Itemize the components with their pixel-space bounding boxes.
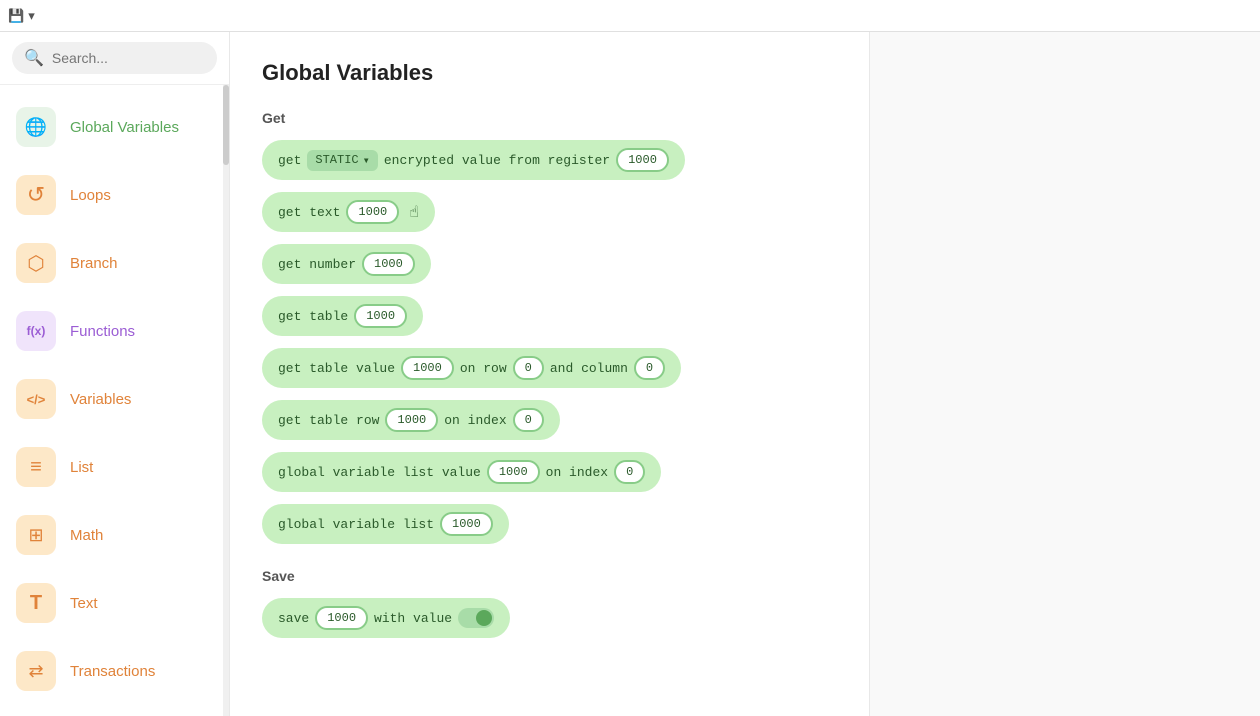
search-bar: 🔍: [0, 32, 229, 85]
search-input-wrap[interactable]: 🔍: [12, 42, 217, 74]
sidebar-item-functions[interactable]: f(x) Functions: [0, 297, 229, 365]
block-get-number: get number 1000: [262, 244, 837, 284]
global-var-list-value-val[interactable]: 1000: [487, 460, 540, 484]
search-input[interactable]: [52, 50, 205, 66]
get-section-label: Get: [262, 110, 837, 126]
global-var-list-value-idx[interactable]: 0: [614, 460, 645, 484]
save-suffix: with value: [374, 611, 452, 626]
save-section: Save save 1000 with value: [262, 568, 837, 638]
sidebar: 🔍 🌐 Global Variables ↺ Loops ⬡ Branch: [0, 32, 230, 716]
scrollbar-thumb[interactable]: [223, 85, 229, 165]
get-table-row-prefix: get table row: [278, 413, 379, 428]
static-dropdown-arrow: ▾: [363, 153, 370, 168]
sidebar-item-math[interactable]: ⊞ Math: [0, 501, 229, 569]
get-static-value[interactable]: 1000: [616, 148, 669, 172]
global-var-list-value[interactable]: 1000: [440, 512, 493, 536]
branch-icon: ⬡: [16, 243, 56, 283]
functions-icon: f(x): [16, 311, 56, 351]
block-save-inner[interactable]: save 1000 with value: [262, 598, 510, 638]
block-get-table-row-inner[interactable]: get table row 1000 on index 0: [262, 400, 560, 440]
block-save: save 1000 with value: [262, 598, 837, 638]
sidebar-item-transactions[interactable]: ⇄ Transactions: [0, 637, 229, 705]
sidebar-item-text[interactable]: T Text: [0, 569, 229, 637]
sidebar-label-global-variables: Global Variables: [70, 119, 179, 136]
block-global-var-list-inner[interactable]: global variable list 1000: [262, 504, 509, 544]
get-table-value-row[interactable]: 0: [513, 356, 544, 380]
global-var-list-value-middle: on index: [546, 465, 608, 480]
math-icon: ⊞: [16, 515, 56, 555]
get-table-value-value[interactable]: 1000: [401, 356, 454, 380]
get-table-value-prefix: get table value: [278, 361, 395, 376]
block-get-table-value-inner[interactable]: get table value 1000 on row 0 and column…: [262, 348, 681, 388]
page-title: Global Variables: [262, 60, 837, 86]
sidebar-item-variables[interactable]: </> Variables: [0, 365, 229, 433]
sidebar-label-branch: Branch: [70, 255, 118, 272]
list-icon: ≡: [16, 447, 56, 487]
sidebar-label-loops: Loops: [70, 187, 111, 204]
block-get-text-inner[interactable]: get text 1000 ☝: [262, 192, 435, 232]
save-toggle[interactable]: [458, 608, 494, 628]
get-table-value-middle2: and column: [550, 361, 628, 376]
sidebar-item-branch[interactable]: ⬡ Branch: [0, 229, 229, 297]
save-section-label: Save: [262, 568, 837, 584]
block-global-var-list-value: global variable list value 1000 on index…: [262, 452, 837, 492]
block-get-static-inner[interactable]: get STATIC ▾ encrypted value from regist…: [262, 140, 685, 180]
get-table-row-value[interactable]: 1000: [385, 408, 438, 432]
get-text-value[interactable]: 1000: [346, 200, 399, 224]
block-get-text: get text 1000 ☝: [262, 192, 837, 232]
transactions-icon: ⇄: [16, 651, 56, 691]
get-table-value[interactable]: 1000: [354, 304, 407, 328]
block-get-table-value: get table value 1000 on row 0 and column…: [262, 348, 837, 388]
nav-items: 🌐 Global Variables ↺ Loops ⬡ Branch f(x)…: [0, 85, 229, 713]
global-var-list-prefix: global variable list: [278, 517, 434, 532]
sidebar-item-global-variables[interactable]: 🌐 Global Variables: [0, 93, 229, 161]
variables-icon: </>: [16, 379, 56, 419]
right-panel: [870, 32, 1260, 716]
block-global-var-list: global variable list 1000: [262, 504, 837, 544]
get-table-row-idx[interactable]: 0: [513, 408, 544, 432]
sidebar-label-math: Math: [70, 527, 103, 544]
top-bar: 💾 ▾: [0, 0, 1260, 32]
save-value[interactable]: 1000: [315, 606, 368, 630]
loops-icon: ↺: [16, 175, 56, 215]
get-table-row-middle: on index: [444, 413, 506, 428]
block-get-table-inner[interactable]: get table 1000: [262, 296, 423, 336]
sidebar-item-list[interactable]: ≡ List: [0, 433, 229, 501]
block-get-table-row: get table row 1000 on index 0: [262, 400, 837, 440]
block-get-static: get STATIC ▾ encrypted value from regist…: [262, 140, 837, 180]
sidebar-label-text: Text: [70, 595, 98, 612]
get-text-prefix: get text: [278, 205, 340, 220]
get-number-value[interactable]: 1000: [362, 252, 415, 276]
search-icon: 🔍: [24, 48, 44, 68]
get-table-value-col[interactable]: 0: [634, 356, 665, 380]
sidebar-label-list: List: [70, 459, 93, 476]
save-dropdown-arrow[interactable]: ▾: [28, 8, 35, 24]
text-icon: T: [16, 583, 56, 623]
static-dropdown-label: STATIC: [315, 153, 358, 167]
save-prefix: save: [278, 611, 309, 626]
main-content: 🔍 🌐 Global Variables ↺ Loops ⬡ Branch: [0, 32, 1260, 716]
cursor-hand: ☝: [409, 202, 419, 222]
scrollbar-track: [223, 85, 229, 716]
sidebar-scroll-area: 🌐 Global Variables ↺ Loops ⬡ Branch f(x)…: [0, 85, 229, 716]
get-number-prefix: get number: [278, 257, 356, 272]
sidebar-label-functions: Functions: [70, 323, 135, 340]
block-get-number-inner[interactable]: get number 1000: [262, 244, 431, 284]
block-global-var-list-value-inner[interactable]: global variable list value 1000 on index…: [262, 452, 661, 492]
sidebar-label-variables: Variables: [70, 391, 131, 408]
static-dropdown[interactable]: STATIC ▾: [307, 150, 377, 171]
main-area: Global Variables Get get STATIC ▾ encryp…: [230, 32, 870, 716]
save-button[interactable]: 💾 ▾: [8, 8, 35, 24]
global-variables-icon: 🌐: [16, 107, 56, 147]
get-static-prefix: get: [278, 153, 301, 168]
sidebar-label-transactions: Transactions: [70, 663, 155, 680]
sidebar-item-loops[interactable]: ↺ Loops: [0, 161, 229, 229]
get-table-prefix: get table: [278, 309, 348, 324]
block-get-table: get table 1000: [262, 296, 837, 336]
save-icon: 💾: [8, 8, 24, 24]
get-table-value-middle1: on row: [460, 361, 507, 376]
global-var-list-value-prefix: global variable list value: [278, 465, 481, 480]
get-static-middle: encrypted value from register: [384, 153, 610, 168]
